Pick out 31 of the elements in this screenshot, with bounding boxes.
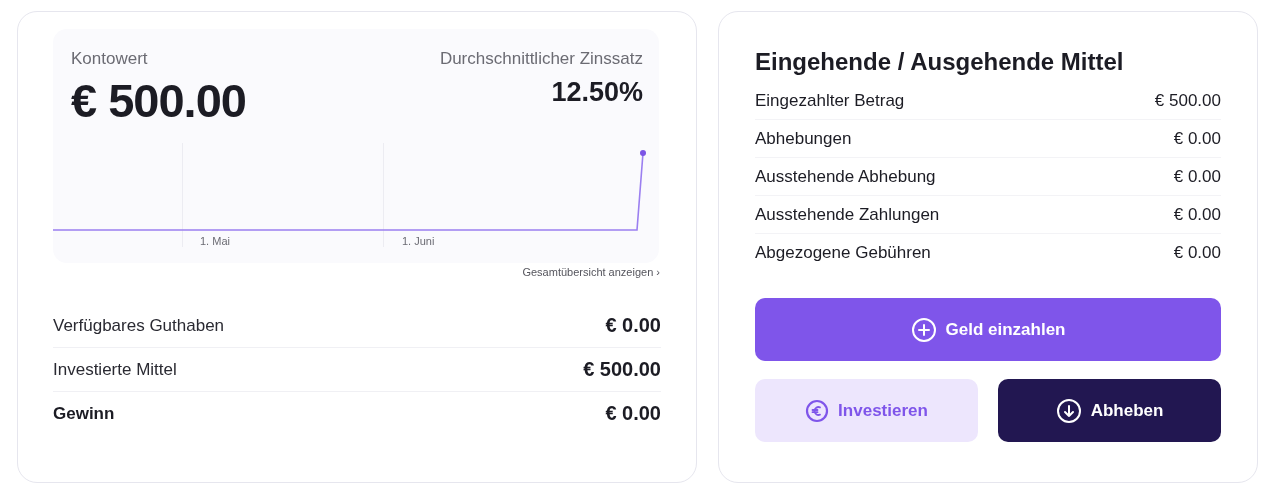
row-value: € 500.00 xyxy=(1154,90,1221,111)
row-label: Verfügbares Guthaben xyxy=(53,315,225,336)
rate-value: 12.50% xyxy=(551,77,643,108)
rate-label: Durchschnittlicher Zinssatz xyxy=(439,49,643,69)
account-value: € 500.00 xyxy=(71,73,246,128)
row-label: Abhebungen xyxy=(755,128,852,149)
row-value: € 0.00 xyxy=(1173,166,1221,187)
row-value: € 0.00 xyxy=(605,402,661,425)
row-value: € 0.00 xyxy=(1173,128,1221,149)
row-value: € 0.00 xyxy=(1173,242,1221,263)
row-label: Eingezahlter Betrag xyxy=(755,90,905,111)
withdraw-button[interactable]: Abheben xyxy=(998,379,1221,442)
arrow-down-circle-icon xyxy=(1055,397,1082,424)
axis-label: 1. Juni xyxy=(402,235,435,247)
axis-label: 1. Mai xyxy=(200,235,230,247)
account-value-label: Kontowert xyxy=(71,49,149,69)
row-label: Ausstehende Zahlungen xyxy=(755,204,940,225)
row-value: € 0.00 xyxy=(1173,204,1221,225)
row-value: € 500.00 xyxy=(583,358,661,381)
row-label: Investierte Mittel xyxy=(53,359,177,380)
deposit-button[interactable]: Geld einzahlen xyxy=(755,298,1221,361)
plus-circle-icon xyxy=(910,316,937,343)
row-label: Abgezogene Gebühren xyxy=(755,242,931,263)
card-title: Eingehende / Ausgehende Mittel xyxy=(755,48,1125,76)
euro-circle-icon xyxy=(805,398,830,423)
invest-button[interactable]: Investieren xyxy=(755,379,978,442)
overview-link[interactable]: Gesamtübersicht anzeigen › xyxy=(522,266,660,278)
row-label: Gewinn xyxy=(53,403,115,424)
row-label: Ausstehende Abhebung xyxy=(755,166,936,187)
data-point xyxy=(640,150,646,156)
row-value: € 0.00 xyxy=(605,314,661,337)
